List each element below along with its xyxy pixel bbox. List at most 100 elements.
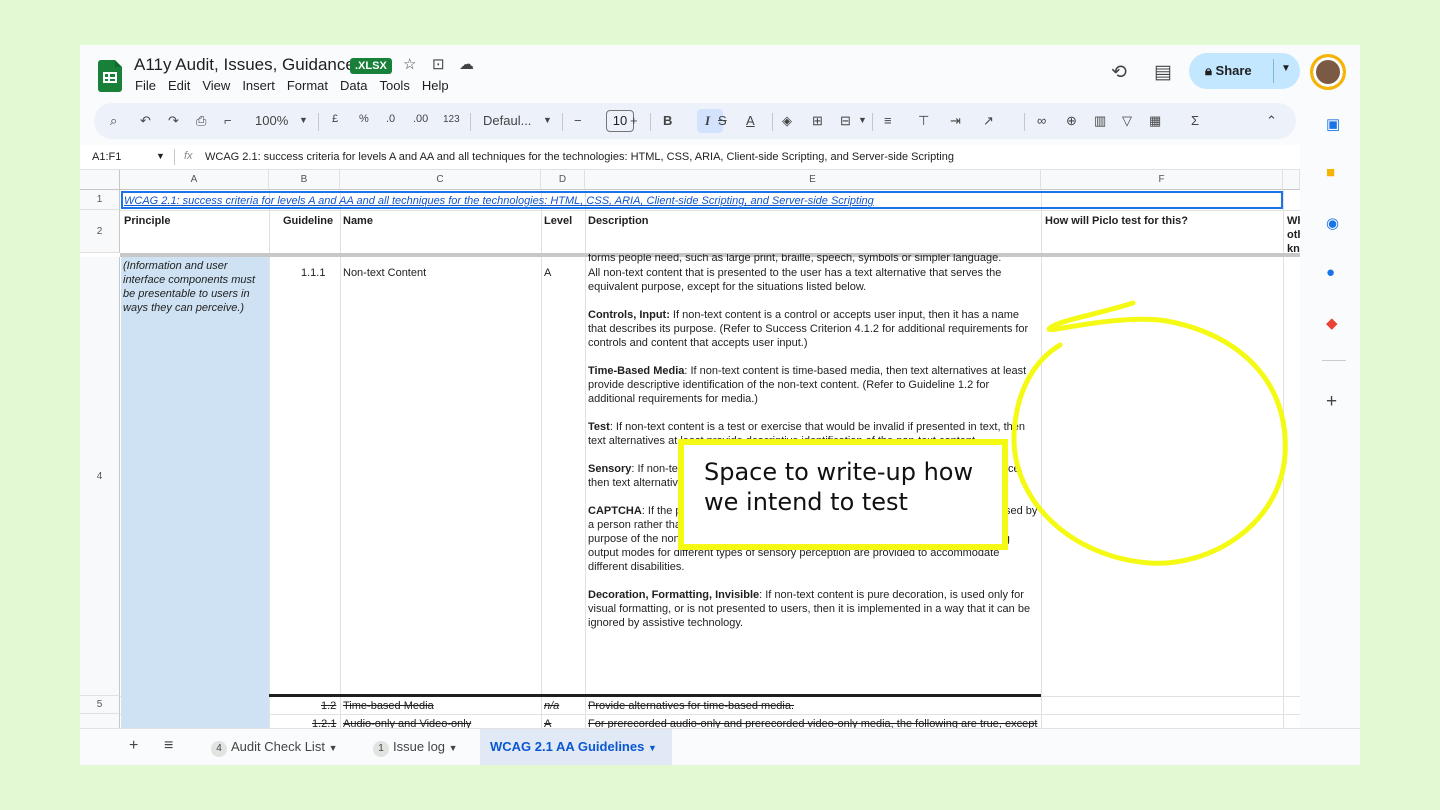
- guideline-cell[interactable]: 1.1.1: [301, 266, 325, 280]
- description-cell[interactable]: For prerecorded audio-only and prerecord…: [588, 717, 1038, 728]
- row-header-5[interactable]: 5: [80, 696, 120, 714]
- level-cell[interactable]: n/a: [544, 699, 559, 713]
- insert-comment-icon[interactable]: ⊕: [1066, 113, 1077, 129]
- percent-button[interactable]: %: [359, 113, 369, 125]
- text-color-button[interactable]: A: [746, 113, 755, 128]
- star-icon[interactable]: ☆: [403, 55, 416, 73]
- merge-caret-icon[interactable]: ▼: [858, 115, 867, 125]
- fill-color-icon[interactable]: ◈: [782, 113, 792, 129]
- contacts-icon[interactable]: ●: [1326, 264, 1335, 281]
- header-description[interactable]: Description: [588, 214, 649, 228]
- header-guideline[interactable]: Guideline: [283, 214, 333, 228]
- text-wrap-icon[interactable]: ⇥: [950, 113, 961, 129]
- filter-icon[interactable]: ▽: [1122, 113, 1132, 129]
- document-title[interactable]: A11y Audit, Issues, Guidance: [134, 55, 355, 75]
- undo-icon[interactable]: ↶: [140, 113, 151, 129]
- name-cell[interactable]: Non-text Content: [343, 266, 426, 280]
- font-select[interactable]: Defaul...: [483, 113, 531, 128]
- share-dropdown-icon[interactable]: ▼: [1281, 63, 1291, 74]
- merge-cells-icon[interactable]: ⊟: [840, 113, 851, 129]
- menu-help[interactable]: Help: [422, 78, 449, 93]
- search-icon[interactable]: ⌕: [110, 113, 117, 129]
- all-sheets-icon[interactable]: ≡: [164, 737, 173, 755]
- row-header-2[interactable]: 2: [80, 210, 120, 253]
- keep-icon[interactable]: ■: [1326, 164, 1335, 181]
- description-cell[interactable]: Provide alternatives for time-based medi…: [588, 699, 794, 713]
- decrease-font-size-button[interactable]: −: [574, 113, 582, 128]
- user-avatar[interactable]: [1310, 54, 1346, 90]
- print-icon[interactable]: ⎙: [196, 113, 206, 129]
- column-header-d[interactable]: D: [541, 170, 585, 190]
- formula-input[interactable]: WCAG 2.1: success criteria for levels A …: [205, 151, 954, 163]
- maps-icon[interactable]: ◆: [1326, 314, 1338, 332]
- row-header-4[interactable]: 4: [80, 257, 120, 696]
- comment-icon[interactable]: ▤: [1154, 61, 1172, 84]
- menu-tools[interactable]: Tools: [379, 78, 409, 93]
- strikethrough-button[interactable]: S: [718, 113, 727, 128]
- history-icon[interactable]: ⟲: [1111, 61, 1127, 84]
- number-format-button[interactable]: 123: [443, 114, 460, 125]
- insert-link-icon[interactable]: ∞: [1037, 113, 1046, 128]
- menu-file[interactable]: File: [135, 78, 156, 93]
- menu-edit[interactable]: Edit: [168, 78, 190, 93]
- guideline-cell[interactable]: 1.2: [321, 699, 336, 713]
- italic-button[interactable]: I: [705, 113, 710, 129]
- column-header-f[interactable]: F: [1041, 170, 1283, 190]
- menu-data[interactable]: Data: [340, 78, 367, 93]
- borders-icon[interactable]: ⊞: [812, 113, 823, 129]
- text-rotation-icon[interactable]: ↗: [983, 113, 994, 129]
- header-name[interactable]: Name: [343, 214, 373, 228]
- increase-font-size-button[interactable]: +: [630, 113, 638, 128]
- tab-caret-icon[interactable]: ▼: [449, 743, 458, 753]
- row-header-6[interactable]: [80, 714, 120, 728]
- tasks-icon[interactable]: ◉: [1326, 214, 1339, 232]
- column-header-b[interactable]: B: [269, 170, 340, 190]
- tab-caret-icon[interactable]: ▼: [648, 743, 657, 753]
- column-header-g[interactable]: [1283, 170, 1300, 190]
- cloud-status-icon[interactable]: ☁: [459, 55, 474, 73]
- name-cell[interactable]: Audio-only and Video-only (Prerecorded): [343, 717, 533, 728]
- column-header-e[interactable]: E: [585, 170, 1041, 190]
- bold-button[interactable]: B: [663, 113, 672, 128]
- sheets-logo-icon[interactable]: [98, 60, 122, 92]
- collapse-toolbar-icon[interactable]: ⌃: [1266, 113, 1277, 129]
- sheet-tab-wcag-label[interactable]: WCAG 2.1 AA Guidelines ▼: [490, 739, 657, 754]
- add-sheet-icon[interactable]: +: [129, 737, 138, 755]
- filter-views-icon[interactable]: ▦: [1149, 113, 1161, 129]
- level-cell[interactable]: A: [544, 717, 551, 728]
- paint-format-icon[interactable]: ⌐: [224, 113, 232, 128]
- redo-icon[interactable]: ↷: [168, 113, 179, 129]
- column-header-a[interactable]: A: [120, 170, 269, 190]
- column-header-c[interactable]: C: [340, 170, 541, 190]
- increase-decimal-button[interactable]: .00: [413, 113, 428, 125]
- insert-chart-icon[interactable]: ▥: [1094, 113, 1106, 129]
- header-principle[interactable]: Principle: [124, 214, 170, 228]
- functions-icon[interactable]: Σ: [1191, 113, 1199, 128]
- name-box-caret-icon[interactable]: ▼: [156, 151, 165, 161]
- decrease-decimal-button[interactable]: .0: [386, 113, 395, 125]
- calendar-icon[interactable]: ▣: [1326, 115, 1340, 133]
- currency-button[interactable]: £: [332, 113, 338, 125]
- header-level[interactable]: Level: [544, 214, 572, 228]
- add-addon-icon[interactable]: +: [1326, 391, 1337, 413]
- sheet-tab-issue-log[interactable]: 1 Issue log ▼: [373, 739, 458, 757]
- align-vertical-icon[interactable]: ⊤: [918, 113, 929, 129]
- share-button[interactable]: 🔒︎ Share ▼: [1189, 53, 1300, 89]
- header-piclo-test[interactable]: How will Piclo test for this?: [1045, 214, 1188, 228]
- tab-caret-icon[interactable]: ▼: [329, 743, 338, 753]
- align-horizontal-icon[interactable]: ≡: [884, 113, 892, 128]
- font-caret-icon[interactable]: ▼: [543, 115, 552, 125]
- zoom-caret-icon[interactable]: ▼: [299, 115, 308, 125]
- name-cell[interactable]: Time-based Media: [343, 699, 434, 713]
- guideline-cell[interactable]: 1.2.1: [312, 717, 336, 728]
- level-cell[interactable]: A: [544, 266, 551, 280]
- principle-cell[interactable]: (Information and user interface componen…: [123, 259, 268, 315]
- menu-insert[interactable]: Insert: [242, 78, 275, 93]
- select-all-corner[interactable]: [80, 170, 120, 190]
- menu-view[interactable]: View: [202, 78, 230, 93]
- header-partial-g[interactable]: Wh oth kn: [1287, 214, 1300, 256]
- name-box[interactable]: A1:F1: [92, 151, 121, 163]
- row-header-1[interactable]: 1: [80, 190, 120, 210]
- move-folder-icon[interactable]: ⊡: [432, 55, 445, 73]
- menu-format[interactable]: Format: [287, 78, 328, 93]
